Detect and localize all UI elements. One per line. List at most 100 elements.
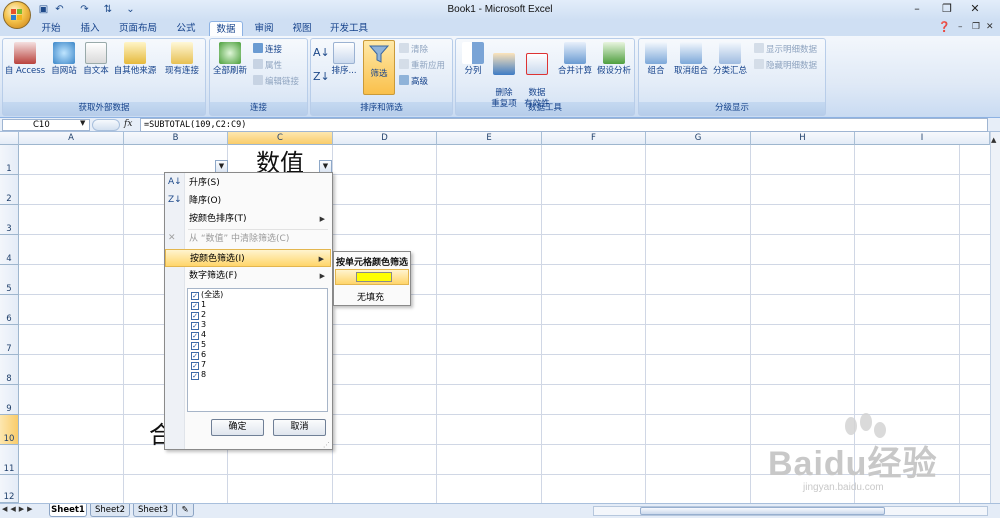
sort-ascending-icon[interactable]: A↓ bbox=[313, 46, 330, 59]
filter-value-item[interactable]: ✓ 4 bbox=[191, 330, 206, 340]
sheet-tab[interactable]: Sheet1 bbox=[49, 504, 87, 517]
refresh-all-button[interactable]: 全部刷新 bbox=[210, 42, 250, 77]
data-validation-button[interactable]: 数据 有效性 bbox=[520, 42, 554, 110]
filter-value-list[interactable] bbox=[187, 288, 328, 412]
filter-button[interactable]: 筛选 bbox=[363, 40, 395, 95]
column-header[interactable]: G bbox=[646, 132, 751, 145]
no-fill-option[interactable]: 无填充 bbox=[357, 290, 384, 303]
tab-developer[interactable]: 开发工具 bbox=[323, 21, 375, 36]
name-box-dropdown-icon[interactable]: ▼ bbox=[80, 119, 85, 127]
properties-button[interactable]: 属性 bbox=[253, 59, 282, 72]
cancel-button[interactable]: 取消 bbox=[273, 419, 326, 436]
checkbox-checked-icon[interactable]: ✓ bbox=[191, 362, 199, 370]
sort-descending-icon[interactable]: Z↓ bbox=[313, 70, 330, 83]
sheet-tab[interactable]: Sheet2 bbox=[90, 504, 130, 517]
row-header[interactable]: 11 bbox=[0, 445, 19, 475]
edit-links-button[interactable]: 编辑链接 bbox=[253, 75, 299, 88]
yellow-color-swatch[interactable] bbox=[356, 272, 392, 282]
connections-button[interactable]: 连接 bbox=[253, 43, 282, 56]
menu-number-filters[interactable]: 数字筛选(F) ▶ bbox=[165, 267, 331, 285]
wb-close-icon[interactable]: ✕ bbox=[986, 22, 994, 32]
group-button[interactable]: 组合 bbox=[642, 42, 670, 77]
tab-view[interactable]: 视图 bbox=[285, 21, 319, 36]
select-all-corner[interactable] bbox=[0, 132, 19, 145]
row-header[interactable]: 10 bbox=[0, 415, 19, 445]
menu-filter-by-color[interactable]: 按颜色筛选(I) ▶ bbox=[165, 249, 331, 267]
filter-value-item[interactable]: ✓ 3 bbox=[191, 320, 206, 330]
column-header[interactable]: A bbox=[19, 132, 124, 145]
checkbox-checked-icon[interactable]: ✓ bbox=[191, 292, 199, 300]
tab-home[interactable]: 开始 bbox=[34, 21, 68, 36]
vertical-scrollbar[interactable] bbox=[990, 132, 1000, 503]
filter-value-item[interactable]: ✓ 8 bbox=[191, 370, 206, 380]
column-header[interactable]: D bbox=[333, 132, 437, 145]
office-button[interactable] bbox=[3, 1, 31, 29]
filter-value-item[interactable]: ✓ (全选) bbox=[191, 290, 223, 300]
hide-detail-button[interactable]: 隐藏明细数据 bbox=[754, 59, 817, 72]
row-header[interactable]: 1 bbox=[0, 145, 19, 175]
row-header[interactable]: 9 bbox=[0, 385, 19, 415]
filter-value-item[interactable]: ✓ 6 bbox=[191, 350, 206, 360]
from-other-sources-button[interactable]: 自其他来源 bbox=[112, 42, 158, 77]
filter-value-item[interactable]: ✓ 2 bbox=[191, 310, 206, 320]
filter-value-item[interactable]: ✓ 7 bbox=[191, 360, 206, 370]
wb-restore-icon[interactable]: ❐ bbox=[972, 22, 980, 32]
row-header[interactable]: 7 bbox=[0, 325, 19, 355]
from-web-button[interactable]: 自网站 bbox=[48, 42, 80, 77]
tab-insert[interactable]: 插入 bbox=[72, 21, 108, 36]
ok-button[interactable]: 确定 bbox=[211, 419, 264, 436]
consolidate-button[interactable]: 合并计算 bbox=[556, 42, 594, 77]
row-header[interactable]: 4 bbox=[0, 235, 19, 265]
column-header[interactable]: B bbox=[124, 132, 228, 145]
sort-button[interactable]: 排序... bbox=[330, 42, 358, 77]
from-text-button[interactable]: 自文本 bbox=[80, 42, 112, 77]
resize-grip-icon[interactable]: ⋰ bbox=[323, 441, 330, 449]
formula-toggle[interactable] bbox=[92, 119, 120, 131]
column-header[interactable]: H bbox=[751, 132, 855, 145]
filter-value-item[interactable]: ✓ 5 bbox=[191, 340, 206, 350]
filter-value-item[interactable]: ✓ 1 bbox=[191, 300, 206, 310]
horizontal-scroll-thumb[interactable] bbox=[640, 507, 885, 515]
sheet-tab[interactable]: Sheet3 bbox=[133, 504, 173, 517]
checkbox-checked-icon[interactable]: ✓ bbox=[191, 322, 199, 330]
menu-clear-filter[interactable]: 从 “数值” 中清除筛选(C) bbox=[165, 230, 331, 248]
subtotal-button[interactable]: 分类汇总 bbox=[711, 42, 749, 77]
column-header[interactable]: F bbox=[542, 132, 646, 145]
sheet-nav-icon[interactable]: ◀◀▶▶ bbox=[2, 505, 36, 513]
tab-formulas[interactable]: 公式 bbox=[168, 21, 204, 36]
show-detail-button[interactable]: 显示明细数据 bbox=[754, 43, 817, 56]
menu-sort-ascending[interactable]: 升序(S) bbox=[165, 174, 331, 192]
column-header[interactable]: I bbox=[855, 132, 990, 145]
advanced-button[interactable]: 高级 bbox=[399, 75, 428, 88]
what-if-analysis-button[interactable]: 假设分析 bbox=[595, 42, 633, 77]
checkbox-checked-icon[interactable]: ✓ bbox=[191, 352, 199, 360]
text-to-columns-button[interactable]: 分列 bbox=[458, 42, 488, 77]
row-header[interactable]: 2 bbox=[0, 175, 19, 205]
formula-input[interactable]: =SUBTOTAL(109,C2:C9) bbox=[140, 118, 988, 132]
insert-function-button[interactable]: fx bbox=[124, 119, 132, 129]
existing-connections-button[interactable]: 现有连接 bbox=[162, 42, 202, 77]
tab-page-layout[interactable]: 页面布局 bbox=[112, 21, 164, 36]
column-header[interactable]: E bbox=[437, 132, 542, 145]
reapply-button[interactable]: 重新应用 bbox=[399, 59, 445, 72]
menu-sort-descending[interactable]: 降序(O) bbox=[165, 192, 331, 210]
wb-minimize-icon[interactable]: – bbox=[958, 22, 963, 32]
scroll-up-icon[interactable]: ▲ bbox=[991, 136, 999, 144]
row-header[interactable]: 8 bbox=[0, 355, 19, 385]
row-header[interactable]: 12 bbox=[0, 475, 19, 503]
checkbox-checked-icon[interactable]: ✓ bbox=[191, 372, 199, 380]
menu-sort-by-color[interactable]: 按颜色排序(T) ▶ bbox=[165, 210, 331, 228]
row-header[interactable]: 3 bbox=[0, 205, 19, 235]
insert-sheet-icon[interactable]: ✎ bbox=[176, 504, 194, 517]
checkbox-checked-icon[interactable]: ✓ bbox=[191, 342, 199, 350]
checkbox-checked-icon[interactable]: ✓ bbox=[191, 332, 199, 340]
tab-review[interactable]: 审阅 bbox=[247, 21, 281, 36]
row-header[interactable]: 5 bbox=[0, 265, 19, 295]
row-header[interactable]: 6 bbox=[0, 295, 19, 325]
close-icon[interactable]: ✕ bbox=[966, 2, 984, 16]
name-box[interactable]: C10 bbox=[2, 119, 90, 131]
from-access-button[interactable]: 自 Access bbox=[4, 42, 46, 77]
ungroup-button[interactable]: 取消组合 bbox=[672, 42, 710, 77]
minimize-icon[interactable]: – bbox=[908, 2, 926, 16]
restore-icon[interactable]: ❐ bbox=[938, 2, 956, 16]
